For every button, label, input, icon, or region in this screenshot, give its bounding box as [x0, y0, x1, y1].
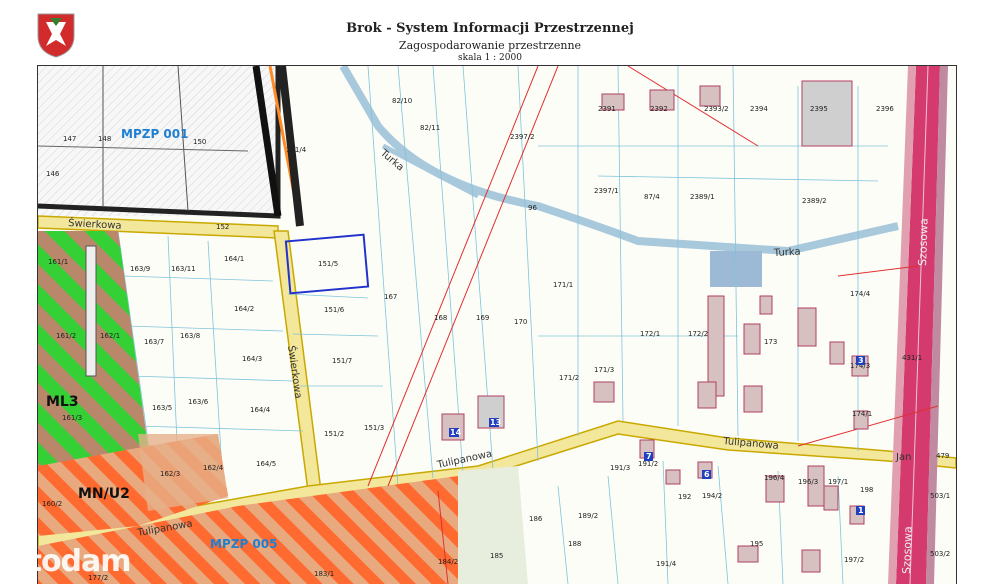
brok-coat-of-arms-icon: [37, 13, 75, 58]
parcel-label: 2397/2: [510, 133, 535, 141]
map-canvas[interactable]: MPZP 001 MPZP 005 ML3 MN/U2 Świerkowa Św…: [38, 66, 956, 584]
parcel-label: 171/2: [559, 374, 579, 382]
parcel-label: 150: [193, 138, 206, 146]
street-szosowa-top: Szosowa: [916, 218, 931, 266]
parcel-label: 163/9: [130, 265, 150, 273]
parcel-label: 2389/1: [690, 193, 715, 201]
parcel-label: 173: [764, 338, 777, 346]
parcel-label: 162/3: [160, 470, 180, 478]
parcel-label: 152: [216, 223, 229, 231]
parcel-label: 163/8: [180, 332, 200, 340]
parcel-label: 82/10: [392, 97, 412, 105]
parcel-label: 163/7: [144, 338, 164, 346]
mpzp-001-label: MPZP 001: [121, 127, 188, 141]
planning-map[interactable]: MPZP 001 MPZP 005 ML3 MN/U2 Świerkowa Św…: [37, 65, 957, 584]
building-number: 13: [490, 418, 501, 427]
parcel-label: 2389/2: [802, 197, 827, 205]
parcel-label: 161/3: [62, 414, 82, 422]
parcel-label: 163/11: [171, 265, 196, 273]
building-number: 1: [858, 506, 864, 515]
parcel-label: 183/1: [314, 570, 334, 578]
parcel-label: 151/7: [332, 357, 352, 365]
building-number: 3: [858, 356, 864, 365]
parcel-label: 172/2: [688, 330, 708, 338]
building-number: 6: [704, 470, 710, 479]
parcel-label: 185: [490, 552, 503, 560]
parcel-label: 151/3: [364, 424, 384, 432]
parcel-label: 503/1: [930, 492, 950, 500]
parcel-label: 87/4: [644, 193, 660, 201]
map-scale: skala 1 : 2000: [458, 53, 522, 63]
parcel-label: 198: [860, 486, 873, 494]
parcel-label: 151/5: [318, 260, 338, 268]
parcel-label: 163/6: [188, 398, 209, 406]
building-number: 14: [450, 428, 462, 437]
parcel-label: 2397/1: [594, 187, 619, 195]
parcel-label: 170: [514, 318, 527, 326]
building-number: 7: [646, 452, 652, 461]
parcel-label: 194/2: [702, 492, 722, 500]
parcel-label: 164/5: [256, 460, 276, 468]
parcel-label: 172/1: [640, 330, 660, 338]
parcel-label: 191/3: [610, 464, 630, 472]
watermark: otodam: [8, 544, 132, 579]
parcel-label: 162/1: [100, 332, 120, 340]
parcel-label: 431/1: [902, 354, 922, 362]
parcel-label: 188: [568, 540, 581, 548]
zone-mnu2-label: MN/U2: [78, 486, 130, 502]
parcel-label: 164/1: [224, 255, 244, 263]
zone-ml3-label: ML3: [46, 394, 79, 410]
parcel-label: 197/1: [828, 478, 848, 486]
parcel-label: 161/1: [48, 258, 68, 266]
parcel-label: 168: [434, 314, 447, 322]
parcel-label: 162/4: [203, 464, 224, 472]
street-szosowa-bottom: Szosowa: [900, 526, 915, 574]
parcel-label: 2395: [810, 105, 828, 113]
page-subtitle: Zagospodarowanie przestrzenne: [398, 39, 582, 52]
street-jana: Jan: [895, 452, 911, 463]
parcel-label: 503/2: [930, 550, 950, 558]
parcel-label: 160/2: [42, 500, 62, 508]
parcel-label: 197/2: [844, 556, 864, 564]
parcel-label: 164/4: [250, 406, 271, 414]
parcel-label: 96: [528, 204, 537, 212]
parcel-label: 2393/2: [704, 105, 729, 113]
parcel-label: 2396: [876, 105, 894, 113]
mpzp-005-label: MPZP 005: [210, 537, 277, 551]
parcel-label: 2394: [750, 105, 768, 113]
parcel-label: 164/2: [234, 305, 254, 313]
parcel-label: 191/4: [656, 560, 677, 568]
parcel-label: 479: [936, 452, 949, 460]
parcel-label: 169: [476, 314, 489, 322]
parcel-label: 191/2: [638, 460, 658, 468]
parcel-label: 146: [46, 170, 60, 178]
parcel-label: 147: [63, 135, 76, 143]
parcel-label: 151/2: [324, 430, 344, 438]
parcel-label: 167: [384, 293, 397, 301]
parcel-label: 151/4: [286, 146, 307, 154]
parcel-label: 192: [678, 493, 691, 501]
parcel-label: 171/1: [553, 281, 573, 289]
parcel-label: 163/5: [152, 404, 172, 412]
parcel-label: 174/1: [852, 410, 872, 418]
parcel-label: 186: [529, 515, 543, 523]
river-label-turka-2: Turka: [773, 247, 801, 259]
parcel-label: 196/4: [764, 474, 785, 482]
page-title: Brok - System Informacji Przestrzennej: [346, 21, 634, 36]
parcel-label: 2392: [650, 105, 668, 113]
parcel-label: 195: [750, 540, 763, 548]
parcel-label: 171/3: [594, 366, 614, 374]
parcel-label: 82/11: [420, 124, 440, 132]
parcel-label: 151/6: [324, 306, 345, 314]
parcel-label: 164/3: [242, 355, 262, 363]
parcel-label: 189/2: [578, 512, 598, 520]
parcel-label: 196/3: [798, 478, 818, 486]
mpzp-001-area: [38, 66, 304, 227]
parcel-label: 148: [98, 135, 111, 143]
parcel-label: 174/4: [850, 290, 871, 298]
parcel-label: 2391: [598, 105, 616, 113]
parcel-label: 161/2: [56, 332, 76, 340]
parcel-label: 184/2: [438, 558, 458, 566]
